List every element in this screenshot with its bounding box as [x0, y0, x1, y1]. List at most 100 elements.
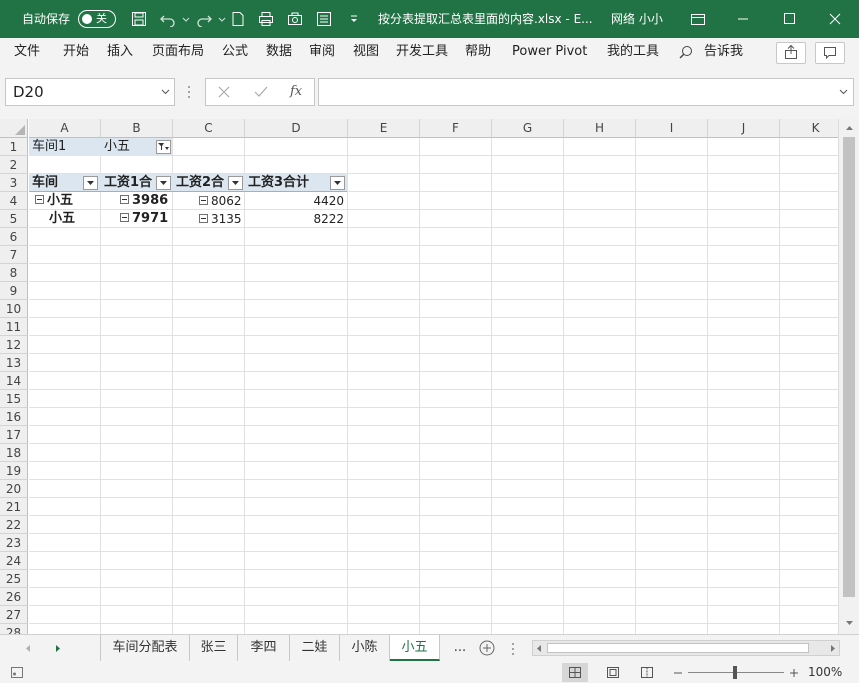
tab-formulas[interactable]: 公式: [222, 38, 248, 66]
collapse-icon[interactable]: [199, 214, 208, 223]
vertical-scroll-thumb[interactable]: [843, 137, 855, 597]
splitter-icon[interactable]: [187, 85, 191, 99]
column-header-h[interactable]: H: [564, 119, 636, 138]
row-header-14[interactable]: 14: [0, 372, 28, 390]
zoom-in-icon[interactable]: [789, 668, 799, 678]
row-header-9[interactable]: 9: [0, 282, 28, 300]
expand-formula-bar-icon[interactable]: [839, 88, 848, 96]
zoom-level[interactable]: 100%: [808, 662, 842, 683]
formula-input[interactable]: [318, 78, 854, 106]
row-header-2[interactable]: 2: [0, 156, 28, 174]
sheet-tab-zhangsan[interactable]: 张三: [190, 635, 238, 661]
tab-my-tools[interactable]: 我的工具: [607, 38, 659, 66]
sheet-tab-lisi[interactable]: 李四: [238, 635, 290, 661]
scroll-down-icon[interactable]: [845, 619, 854, 627]
insert-function-button[interactable]: fx: [290, 79, 302, 105]
column-header-c[interactable]: C: [173, 119, 245, 138]
column-header-i[interactable]: I: [636, 119, 708, 138]
autosave-toggle[interactable]: 关: [78, 10, 116, 28]
row-label-dropdown[interactable]: [83, 176, 98, 190]
cell-a3[interactable]: 车间: [29, 174, 81, 192]
row-header-21[interactable]: 21: [0, 498, 28, 516]
column-header-e[interactable]: E: [348, 119, 420, 138]
scroll-left-icon[interactable]: [535, 644, 543, 653]
cell-d3[interactable]: 工资3合计: [245, 174, 329, 192]
cell-a4[interactable]: 小五: [29, 192, 101, 210]
tab-review[interactable]: 审阅: [309, 38, 335, 66]
maximize-button[interactable]: [766, 0, 812, 38]
row-header-17[interactable]: 17: [0, 426, 28, 444]
row-header-18[interactable]: 18: [0, 444, 28, 462]
name-box[interactable]: D20: [5, 78, 175, 106]
undo-dropdown-icon[interactable]: [178, 11, 194, 27]
row-header-5[interactable]: 5: [0, 210, 28, 228]
collapse-icon[interactable]: [199, 196, 208, 205]
print-icon[interactable]: [258, 11, 274, 27]
column-header-k[interactable]: K: [780, 119, 838, 138]
row-header-27[interactable]: 27: [0, 606, 28, 624]
column-header-g[interactable]: G: [492, 119, 564, 138]
row-header-6[interactable]: 6: [0, 228, 28, 246]
row-header-19[interactable]: 19: [0, 462, 28, 480]
row-header-3[interactable]: 3: [0, 174, 28, 192]
zoom-slider-thumb[interactable]: [733, 666, 737, 679]
redo-dropdown-icon[interactable]: [214, 11, 230, 27]
row-header-1[interactable]: 1: [0, 138, 28, 156]
row-header-4[interactable]: 4: [0, 192, 28, 210]
row-header-15[interactable]: 15: [0, 390, 28, 408]
share-button[interactable]: [776, 42, 806, 64]
scroll-right-icon[interactable]: [829, 644, 837, 653]
tab-help[interactable]: 帮助: [465, 38, 491, 66]
ribbon-display-icon[interactable]: [690, 11, 706, 27]
sheet-tab-xiaowu[interactable]: 小五: [390, 635, 440, 661]
collapse-icon[interactable]: [120, 195, 129, 204]
undo-icon[interactable]: [160, 11, 176, 27]
page-break-preview-icon[interactable]: [640, 666, 654, 679]
new-file-icon[interactable]: [230, 11, 246, 27]
column-header-j[interactable]: J: [708, 119, 780, 138]
tab-view[interactable]: 视图: [353, 38, 379, 66]
tab-page-layout[interactable]: 页面布局: [152, 38, 204, 66]
row-header-24[interactable]: 24: [0, 552, 28, 570]
cell-d4[interactable]: 4420: [245, 192, 347, 210]
minimize-button[interactable]: [720, 0, 766, 38]
tab-file[interactable]: 文件: [14, 38, 40, 66]
zoom-out-icon[interactable]: [673, 668, 683, 678]
tab-insert[interactable]: 插入: [107, 38, 133, 66]
row-header-12[interactable]: 12: [0, 336, 28, 354]
tab-data[interactable]: 数据: [266, 38, 292, 66]
horizontal-scroll-thumb[interactable]: [547, 643, 809, 653]
close-button[interactable]: [812, 0, 858, 38]
tab-splitter-icon[interactable]: [511, 642, 515, 656]
redo-icon[interactable]: [196, 11, 212, 27]
tab-home[interactable]: 开始: [63, 38, 89, 66]
scroll-up-icon[interactable]: [845, 124, 854, 132]
confirm-check-icon[interactable]: [254, 86, 268, 98]
user-name[interactable]: 网络 小小: [611, 0, 663, 38]
sheet-tab-workshop-allocation[interactable]: 车间分配表: [100, 635, 190, 661]
cell-b4[interactable]: 3986: [101, 192, 173, 210]
cell-b5[interactable]: 7971: [101, 210, 173, 228]
cell-b3[interactable]: 工资1合: [101, 174, 157, 192]
row-header-20[interactable]: 20: [0, 480, 28, 498]
page-layout-icon[interactable]: [606, 666, 620, 679]
form-icon[interactable]: [316, 11, 332, 27]
row-header-23[interactable]: 23: [0, 534, 28, 552]
sheet-tab-xiaochen[interactable]: 小陈: [340, 635, 390, 661]
salary2-dropdown[interactable]: [228, 176, 243, 190]
cell-c3[interactable]: 工资2合: [173, 174, 229, 192]
row-header-11[interactable]: 11: [0, 318, 28, 336]
save-icon[interactable]: [131, 11, 147, 27]
row-header-25[interactable]: 25: [0, 570, 28, 588]
next-sheet-icon[interactable]: [54, 644, 62, 653]
cancel-x-icon[interactable]: [218, 86, 230, 98]
row-header-8[interactable]: 8: [0, 264, 28, 282]
column-header-b[interactable]: B: [101, 119, 173, 138]
row-header-16[interactable]: 16: [0, 408, 28, 426]
more-sheets-button[interactable]: ...: [448, 635, 472, 661]
tell-me-search[interactable]: 告诉我: [704, 38, 743, 66]
column-header-d[interactable]: D: [245, 119, 348, 138]
column-header-f[interactable]: F: [420, 119, 492, 138]
cell-c4[interactable]: 8062: [173, 192, 245, 210]
sheet-tab-erwa[interactable]: 二娃: [290, 635, 340, 661]
